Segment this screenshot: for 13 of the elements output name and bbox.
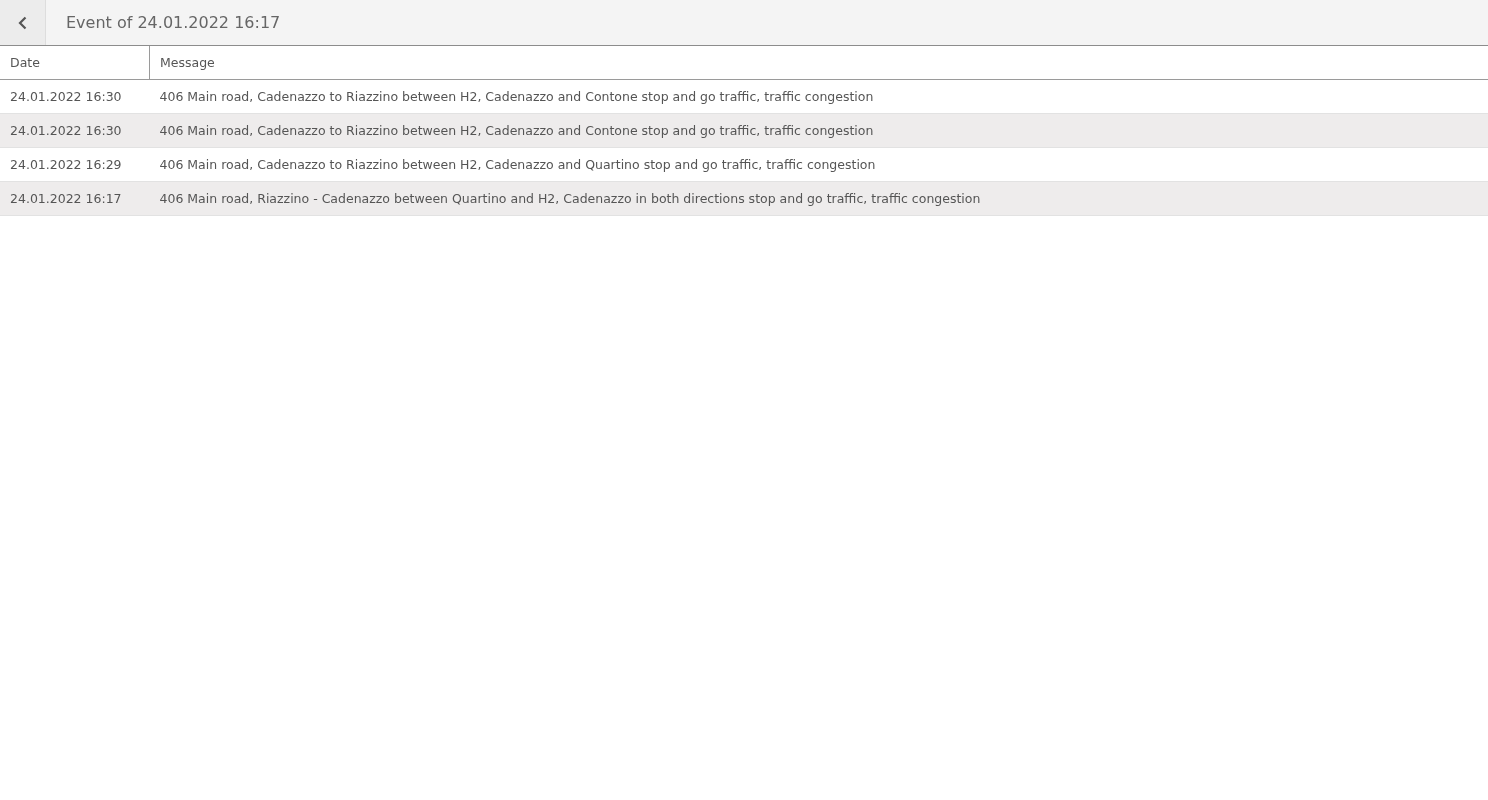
back-chevron-icon	[18, 15, 27, 30]
column-header[interactable]: Date	[0, 46, 150, 80]
date-cell: 24.01.2022 16:30	[0, 113, 150, 148]
back-button[interactable]	[0, 0, 46, 45]
column-header[interactable]: Message	[149, 46, 1488, 80]
date-cell: 24.01.2022 16:30	[0, 79, 150, 114]
message-cell: 406 Main road, Cadenazzo to Riazzino between H2, Cadenazzo and Contone stop and go traffic, traffic congestion	[149, 79, 1488, 114]
message-cell: 406 Main road, Cadenazzo to Riazzino between H2, Cadenazzo and Contone stop and go traffic, traffic congestion	[149, 113, 1488, 148]
page-title: Event of 24.01.2022 16:17	[66, 13, 281, 32]
date-cell: 24.01.2022 16:17	[0, 181, 150, 216]
date-cell: 24.01.2022 16:29	[0, 147, 150, 182]
message-cell: 406 Main road, Riazzino - Cadenazzo between Quartino and H2, Cadenazzo in both directions stop and go traffic, traffic congestion	[149, 181, 1488, 216]
message-cell: 406 Main road, Cadenazzo to Riazzino between H2, Cadenazzo and Quartino stop and go traffic, traffic congestion	[149, 147, 1488, 182]
